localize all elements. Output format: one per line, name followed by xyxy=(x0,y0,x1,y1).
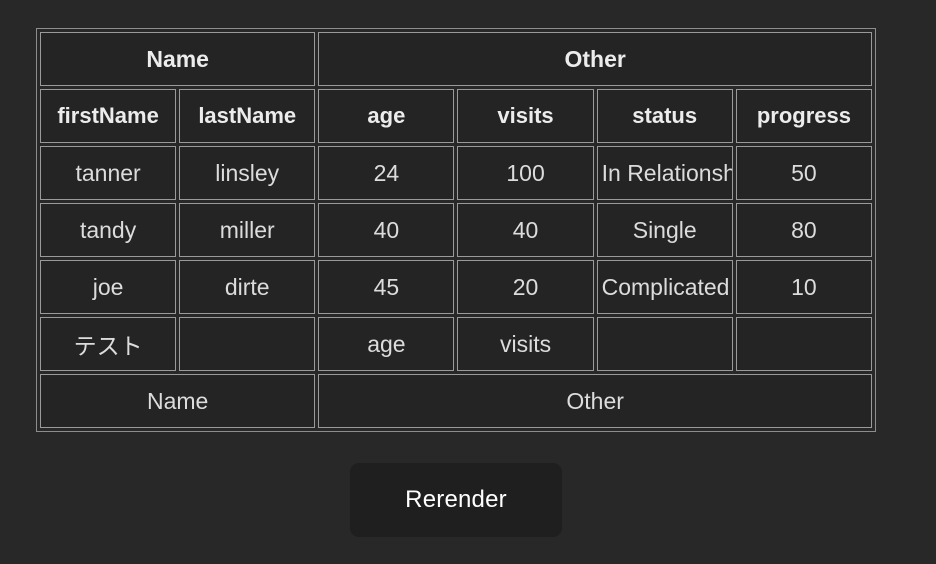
footer-group-other: Other xyxy=(318,374,872,428)
footer-cell-status xyxy=(596,317,733,371)
column-header-lastname[interactable]: lastName xyxy=(179,89,316,143)
table-body: tanner linsley 24 100 In Relationship 50… xyxy=(40,146,872,314)
cell-progress: 50 xyxy=(735,146,872,200)
cell-visits: 20 xyxy=(457,260,594,314)
table-row: joe dirte 45 20 Complicated 10 xyxy=(40,260,872,314)
cell-progress: 10 xyxy=(735,260,872,314)
column-header-firstname[interactable]: firstName xyxy=(40,89,177,143)
footer-group-name: Name xyxy=(40,374,316,428)
column-header-status[interactable]: status xyxy=(596,89,733,143)
cell-firstname: tanner xyxy=(40,146,177,200)
table-row: tandy miller 40 40 Single 80 xyxy=(40,203,872,257)
data-table: Name Other firstName lastName age visits… xyxy=(36,28,876,432)
footer-cell-visits: visits xyxy=(457,317,594,371)
footer-column-row: テスト age visits xyxy=(40,317,872,371)
app-root: Name Other firstName lastName age visits… xyxy=(0,0,936,564)
cell-status: In Relationship xyxy=(596,146,733,200)
column-header-visits[interactable]: visits xyxy=(457,89,594,143)
table-row: tanner linsley 24 100 In Relationship 50 xyxy=(40,146,872,200)
footer-cell-lastname xyxy=(179,317,316,371)
column-header-age[interactable]: age xyxy=(318,89,455,143)
button-row: Rerender xyxy=(36,463,876,537)
cell-age: 40 xyxy=(318,203,455,257)
footer-cell-progress xyxy=(735,317,872,371)
cell-status: Single xyxy=(596,203,733,257)
footer-cell-age: age xyxy=(318,317,455,371)
cell-firstname: tandy xyxy=(40,203,177,257)
cell-progress: 80 xyxy=(735,203,872,257)
cell-lastname: dirte xyxy=(179,260,316,314)
footer-group-row: Name Other xyxy=(40,374,872,428)
column-header-progress[interactable]: progress xyxy=(735,89,872,143)
column-header-row: firstName lastName age visits status pro… xyxy=(40,89,872,143)
rerender-button[interactable]: Rerender xyxy=(350,463,562,537)
cell-visits: 100 xyxy=(457,146,594,200)
cell-status: Complicated xyxy=(596,260,733,314)
table-head: Name Other firstName lastName age visits… xyxy=(40,32,872,143)
footer-cell-firstname: テスト xyxy=(40,317,177,371)
cell-lastname: miller xyxy=(179,203,316,257)
cell-age: 24 xyxy=(318,146,455,200)
cell-age: 45 xyxy=(318,260,455,314)
cell-firstname: joe xyxy=(40,260,177,314)
group-header-other[interactable]: Other xyxy=(318,32,872,86)
cell-lastname: linsley xyxy=(179,146,316,200)
group-header-row: Name Other xyxy=(40,32,872,86)
table-foot: テスト age visits Name Other xyxy=(40,317,872,428)
cell-visits: 40 xyxy=(457,203,594,257)
group-header-name[interactable]: Name xyxy=(40,32,316,86)
